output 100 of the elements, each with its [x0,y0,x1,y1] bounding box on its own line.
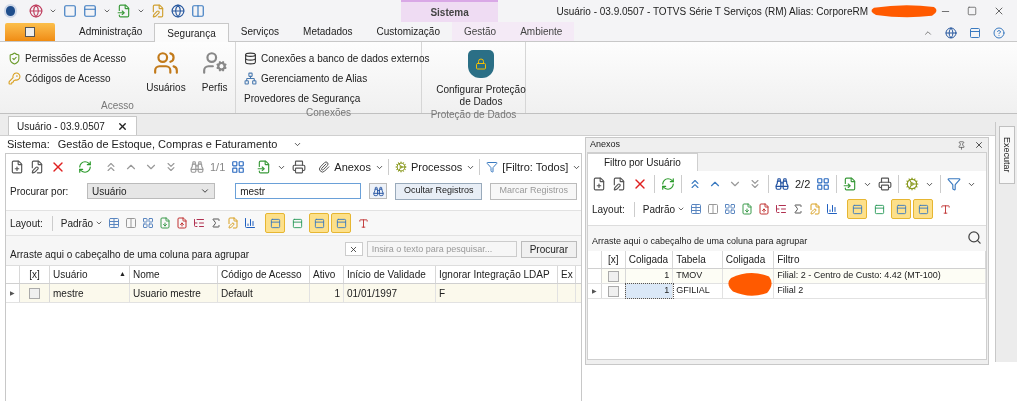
view-toggle[interactable] [331,213,352,233]
system-dropdown[interactable]: Gestão de Estoque, Compras e Faturamento [57,136,303,153]
new-document-icon[interactable] [10,160,24,174]
close-icon[interactable] [974,140,984,150]
edit-icon[interactable] [612,177,626,191]
first-record-icon[interactable] [688,177,702,191]
ribbon-tab[interactable]: Serviços [228,22,292,41]
filter-icon[interactable] [947,177,962,191]
view-toggle[interactable] [309,213,330,233]
columns-icon[interactable] [707,203,720,215]
refresh-icon[interactable] [78,160,92,174]
clear-search-icon[interactable] [344,242,363,256]
ribbon-button[interactable]: Configurar Proteção de Dados [430,46,532,108]
column-header[interactable]: Ignorar Integração LDAP [436,266,558,283]
grid-icon[interactable] [724,203,737,215]
column-header[interactable]: Início de Validade [344,266,436,283]
bar-chart-icon[interactable] [244,217,257,229]
toolbar-menu-button[interactable]: Processos [395,158,481,176]
download-icon[interactable] [159,217,172,229]
maximize-icon[interactable] [967,6,977,16]
gears-icon[interactable] [905,177,920,191]
ribbon-tab[interactable]: Segurança [154,23,229,42]
window-icon[interactable] [82,4,97,18]
upload-icon[interactable] [758,203,771,215]
list-icon[interactable] [193,217,206,229]
layout-icon[interactable] [969,27,981,39]
run-icon[interactable] [116,4,131,18]
search-by-dropdown[interactable]: Usuário [87,183,216,199]
ribbon-button[interactable]: Gerenciamento de Alias [244,70,430,86]
column-header[interactable]: Filtro [774,251,986,268]
caret-icon[interactable] [95,219,104,227]
find-button[interactable] [369,183,387,199]
sum-icon[interactable] [792,203,805,215]
column-header[interactable]: Ativo [310,266,344,283]
first-record-icon[interactable] [104,160,118,174]
layout-preset-dropdown[interactable]: Padrão [51,215,104,231]
column-header[interactable]: Nome [130,266,218,283]
edit-icon[interactable] [30,160,44,174]
upload-icon[interactable] [176,217,189,229]
collapse-ribbon-icon[interactable] [923,28,933,38]
row-checkbox[interactable] [607,285,619,297]
grid-icon[interactable] [231,160,246,174]
sum-icon[interactable] [210,217,223,229]
ribbon-tab[interactable]: Metadados [291,22,365,41]
columns-icon[interactable] [125,217,138,229]
row-checkbox[interactable] [607,270,619,282]
ribbon-button[interactable]: Provedores de Segurança [244,90,430,106]
printer-icon[interactable] [878,177,893,191]
column-header[interactable]: Coligada [722,251,775,268]
column-header[interactable]: Coligada [625,251,674,268]
ribbon-button[interactable]: Usuários [142,46,190,99]
view-toggle[interactable] [891,199,912,219]
ribbon-button[interactable]: Conexões a banco de dados externos [244,50,430,66]
grid-icon[interactable] [816,177,831,191]
table-icon[interactable] [108,217,121,229]
ribbon-button[interactable]: Códigos de Acesso [8,70,127,86]
view-toggle[interactable] [913,199,934,219]
new-document-icon[interactable] [592,177,606,191]
toolbar-menu-button[interactable]: Anexos [318,158,389,176]
caret-icon[interactable] [136,7,145,15]
view-toggle[interactable] [847,199,868,219]
panel-tab[interactable]: Filtro por Usuário [588,153,698,171]
column-header[interactable]: Tabela [673,251,723,268]
download-icon[interactable] [741,203,754,215]
globe-icon[interactable] [945,27,957,39]
caret-icon[interactable] [677,205,686,213]
table-icon[interactable] [690,203,703,215]
globe-icon[interactable] [170,4,185,18]
caret-icon[interactable] [200,186,211,196]
ribbon-tab[interactable]: Administração [67,22,155,41]
action-button[interactable]: Ocultar Registros [394,182,483,200]
table-cell[interactable]: 1 [625,284,674,298]
caret-icon[interactable] [293,140,303,149]
row-checkbox[interactable] [29,287,40,299]
ribbon-button[interactable]: Perfis [197,46,232,99]
binoculars-icon[interactable] [775,177,789,191]
ribbon-tab[interactable]: Customização [364,22,452,41]
view-toggle[interactable] [265,213,286,233]
search-button[interactable]: Procurar [520,240,577,258]
caret-icon[interactable] [102,7,111,15]
search-icon[interactable] [967,229,982,245]
document-tab[interactable]: Usuário - 03.9.0507 [8,116,137,135]
ribbon-tab[interactable]: Ambiente [508,22,575,41]
last-record-icon[interactable] [748,177,762,191]
import-icon[interactable] [843,177,858,191]
pin-icon[interactable] [957,140,966,150]
ribbon-tab[interactable]: Gestão [451,22,509,41]
table-row[interactable]: 1 TMOV Filial: 2 - Centro de Custo: 4.42 (MT-100) [588,269,986,284]
grid-icon[interactable] [142,217,155,229]
caret-icon[interactable] [48,7,57,15]
column-header[interactable]: [x] [20,266,50,283]
column-header[interactable]: Código de Acesso [218,266,310,283]
ribbon-button[interactable]: Permissões de Acesso [8,50,127,66]
import-icon[interactable] [257,160,272,174]
printer-icon[interactable] [292,160,307,174]
grid-search-field[interactable]: Insira o texto para pesquisar... [366,241,517,257]
application-menu-button[interactable] [5,23,55,41]
bar-chart-icon[interactable] [826,203,839,215]
refresh-icon[interactable] [661,177,675,191]
close-icon[interactable] [116,120,128,132]
